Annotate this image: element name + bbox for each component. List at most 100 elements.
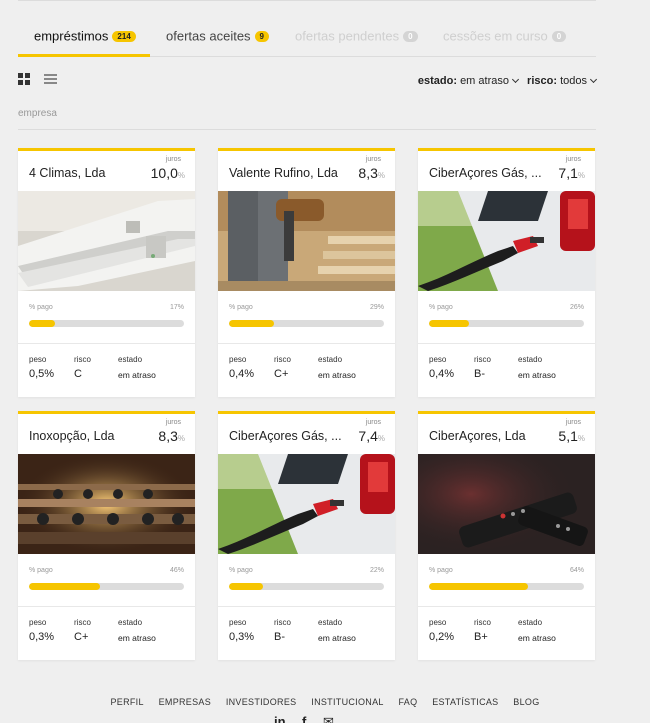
tab-label: ofertas pendentes [295, 28, 400, 44]
estado-stat: estado em atraso [118, 355, 156, 380]
loan-card[interactable]: 4 Climas, Lda juros 10,0% % pago 17% peso 0,5%… [18, 148, 195, 397]
metal-pipes-image [18, 454, 195, 554]
tab-bar: empréstimos 214 ofertas aceites 9 ofertas … [18, 24, 596, 57]
risco-value: C+ [274, 368, 289, 380]
tab-ofertas-aceites[interactable]: ofertas aceites 9 [166, 24, 269, 57]
footer-link-blog[interactable]: BLOG [513, 697, 539, 707]
peso-label: peso [29, 618, 47, 627]
loan-card[interactable]: CiberAçores Gás, ... juros 7,1% % pago 26% pe… [418, 148, 595, 397]
percent-sign: % [177, 171, 185, 180]
paid-progress-bar [229, 583, 384, 590]
fuel-nozzle-image [218, 454, 395, 554]
estado-value: em atraso [518, 633, 556, 643]
footer-link-perfil[interactable]: PERFIL [110, 697, 143, 707]
estado-label: estado [318, 618, 343, 627]
card-divider [218, 343, 395, 344]
risco-filter[interactable]: risco: todos [527, 75, 598, 87]
peso-value: 0,5% [29, 368, 55, 380]
peso-value: 0,3% [229, 631, 255, 643]
risco-value: C+ [74, 631, 89, 643]
footer-link-investidores[interactable]: INVESTIDORES [226, 697, 297, 707]
linkedin-icon[interactable]: in [274, 714, 286, 723]
estado-filter[interactable]: estado: em atraso [418, 75, 520, 87]
peso-label: peso [429, 355, 447, 364]
risco-stat: risco B- [474, 355, 491, 380]
peso-label: peso [229, 355, 247, 364]
tab-ofertas-pendentes[interactable]: ofertas pendentes 0 [295, 24, 418, 57]
estado-filter-value: em atraso [460, 75, 509, 87]
risco-label: risco [74, 618, 91, 627]
juros-number: 8,3 [358, 165, 378, 181]
card-divider [218, 606, 395, 607]
paid-label: % pago [29, 304, 53, 311]
estado-stat: estado em atraso [318, 355, 356, 380]
company-name[interactable]: Inoxopção, Lda [29, 429, 149, 443]
loan-card[interactable]: Inoxopção, Lda juros 8,3% % pago 46% peso 0,3%… [18, 411, 195, 660]
estado-label: estado [318, 355, 343, 364]
tab-count-badge: 0 [551, 31, 567, 43]
peso-value: 0,4% [229, 368, 255, 380]
chevron-down-icon [511, 75, 520, 84]
grid-view-icon[interactable] [18, 73, 31, 86]
risco-label: risco [474, 355, 491, 364]
juros-value: 10,0% [151, 165, 185, 181]
card-divider [418, 606, 595, 607]
footer-link-faq[interactable]: FAQ [398, 697, 417, 707]
estado-stat: estado em atraso [118, 618, 156, 643]
company-name[interactable]: CiberAçores Gás, ... [229, 429, 349, 443]
air-conditioner-image [18, 191, 195, 291]
paid-label: % pago [229, 567, 253, 574]
company-name[interactable]: Valente Rufino, Lda [229, 166, 349, 180]
paid-progress-fill [29, 583, 101, 590]
facebook-icon[interactable]: f [302, 714, 306, 723]
juros-label: juros [565, 156, 581, 163]
risco-label: risco [274, 618, 291, 627]
paid-progress-fill [229, 320, 274, 327]
footer-link-estatisticas[interactable]: ESTATÍSTICAS [432, 697, 498, 707]
paid-percent: 26% [569, 304, 584, 311]
paid-progress-fill [429, 320, 470, 327]
company-name[interactable]: CiberAçores Gás, ... [429, 166, 549, 180]
company-name[interactable]: 4 Climas, Lda [29, 166, 149, 180]
peso-stat: peso 0,3% [29, 618, 54, 643]
juros-value: 5,1% [558, 428, 585, 444]
paid-label: % pago [429, 567, 453, 574]
estado-value: em atraso [118, 633, 156, 643]
footer-link-empresas[interactable]: EMPRESAS [159, 697, 211, 707]
paid-percent: 29% [369, 304, 384, 311]
juros-number: 7,1 [558, 165, 578, 181]
tab-cessoes-em-curso[interactable]: cessões em curso 0 [443, 24, 567, 57]
card-divider [18, 343, 195, 344]
paid-progress-bar [429, 320, 584, 327]
tab-label: ofertas aceites [166, 28, 251, 44]
juros-label: juros [365, 156, 381, 163]
list-view-icon[interactable] [44, 74, 57, 86]
peso-value: 0,4% [429, 368, 455, 380]
loan-card[interactable]: Valente Rufino, Lda juros 8,3% % pago 29% pes… [218, 148, 395, 397]
estado-stat: estado em atraso [518, 618, 556, 643]
peso-stat: peso 0,4% [229, 355, 254, 380]
card-divider [18, 606, 195, 607]
section-divider [18, 129, 596, 130]
juros-label: juros [565, 419, 581, 426]
tab-emprestimos[interactable]: empréstimos 214 [18, 24, 150, 57]
percent-sign: % [577, 171, 585, 180]
paid-label: % pago [429, 304, 453, 311]
tab-count-badge: 0 [403, 31, 418, 43]
email-icon[interactable]: ✉ [323, 714, 334, 723]
company-name[interactable]: CiberAçores, Lda [429, 429, 549, 443]
loan-card[interactable]: CiberAçores, Lda juros 5,1% % pago 64% peso 0,… [418, 411, 595, 660]
filters: estado: em atraso risco: todos [418, 75, 598, 87]
chevron-down-icon [589, 75, 598, 84]
estado-label: estado [118, 355, 143, 364]
paid-progress-fill [429, 583, 529, 590]
juros-value: 7,1% [558, 165, 585, 181]
estado-value: em atraso [318, 370, 356, 380]
estado-stat: estado em atraso [318, 618, 356, 643]
peso-stat: peso 0,5% [29, 355, 54, 380]
estado-value: em atraso [118, 370, 156, 380]
risco-value: B- [274, 631, 285, 643]
footer-link-institucional[interactable]: INSTITUCIONAL [311, 697, 383, 707]
loan-card[interactable]: CiberAçores Gás, ... juros 7,4% % pago 22% pe… [218, 411, 395, 660]
peso-label: peso [229, 618, 247, 627]
